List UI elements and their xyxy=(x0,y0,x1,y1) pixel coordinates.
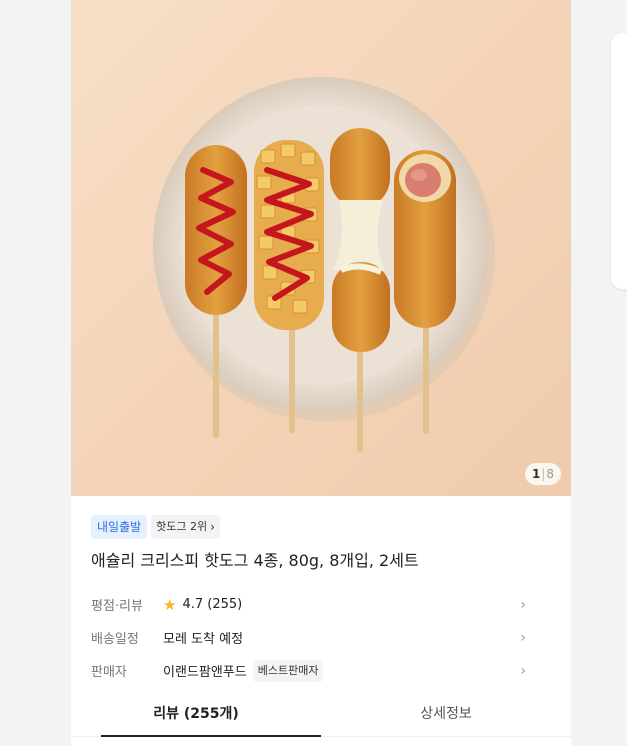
product-image-gallery[interactable]: 1|8 xyxy=(71,0,571,496)
star-icon: ★ xyxy=(163,595,177,614)
product-card: 1|8 내일출발 핫도그 2위 › 애슐리 크리스피 핫도그 4종, 80g, … xyxy=(71,0,571,746)
product-tabs: 리뷰 (255개) 상세정보 xyxy=(71,696,571,737)
chevron-right-icon: › xyxy=(210,519,215,534)
delivery-badge: 내일출발 xyxy=(91,514,148,539)
badge-row: 내일출발 핫도그 2위 › xyxy=(91,514,551,539)
rating-review-row[interactable]: 평점·리뷰 ★ 4.7 (255) › xyxy=(91,588,551,621)
tab-reviews[interactable]: 리뷰 (255개) xyxy=(71,696,321,737)
shipping-row[interactable]: 배송일정 모레 도착 예정 › xyxy=(91,621,551,654)
side-panel xyxy=(611,33,627,289)
total-image-count: 8 xyxy=(546,467,555,481)
chevron-right-icon: › xyxy=(520,596,526,613)
seller-value-group: 이랜드팜앤푸드 베스트판매자 xyxy=(163,659,324,682)
product-title: 애슐리 크리스피 핫도그 4종, 80g, 8개입, 2세트 xyxy=(91,551,419,570)
product-photo xyxy=(153,77,495,452)
seller-label: 판매자 xyxy=(91,665,127,680)
current-image-number: 1 xyxy=(531,467,541,481)
chevron-right-icon: › xyxy=(520,662,526,679)
rating-value: 4.7 (255) xyxy=(182,597,243,612)
product-info: 내일출발 핫도그 2위 › 애슐리 크리스피 핫도그 4종, 80g, 8개입,… xyxy=(71,496,571,687)
rating-label: 평점·리뷰 xyxy=(91,599,143,614)
seller-row[interactable]: 판매자 이랜드팜앤푸드 베스트판매자 › xyxy=(91,654,551,687)
category-rank-link[interactable]: 핫도그 2위 › xyxy=(151,514,220,539)
counter-separator: | xyxy=(541,467,546,481)
rating-value-group: ★ 4.7 (255) xyxy=(163,596,242,614)
best-seller-badge: 베스트판매자 xyxy=(252,659,324,682)
category-rank-label: 핫도그 2위 xyxy=(156,519,208,533)
product-detail-rows: 평점·리뷰 ★ 4.7 (255) › 배송일정 모레 도착 예정 › 판매자 … xyxy=(91,588,551,687)
shipping-value: 모레 도착 예정 xyxy=(163,632,244,647)
shipping-label: 배송일정 xyxy=(91,632,139,647)
image-page-counter: 1|8 xyxy=(525,463,561,485)
seller-name: 이랜드팜앤푸드 xyxy=(163,665,247,680)
tab-details[interactable]: 상세정보 xyxy=(321,696,571,736)
chevron-right-icon: › xyxy=(520,629,526,646)
